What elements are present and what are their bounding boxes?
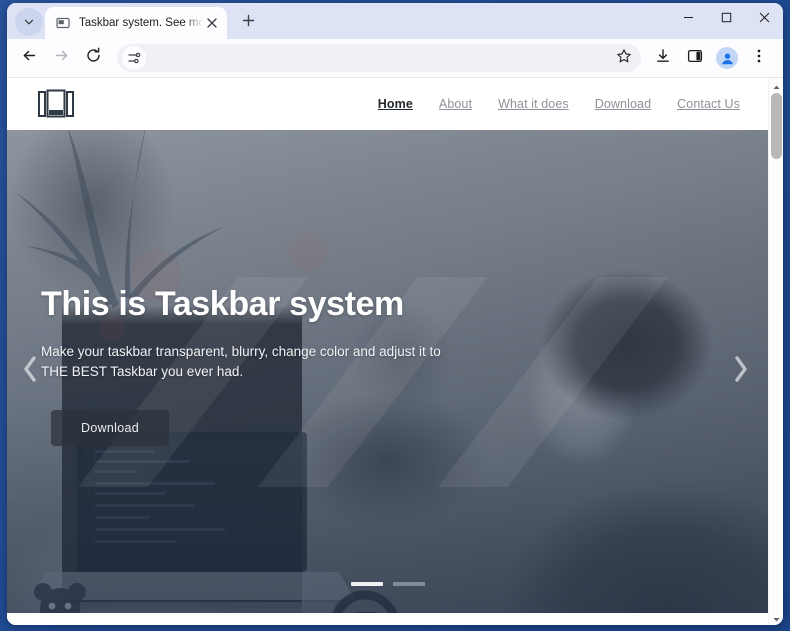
plus-icon — [242, 14, 255, 32]
back-button[interactable] — [14, 43, 44, 73]
download-icon — [655, 48, 671, 69]
tab-close-button[interactable] — [203, 14, 221, 32]
hero-subtitle: Make your taskbar transparent, blurry, c… — [41, 344, 441, 379]
carousel-indicator-2[interactable] — [392, 582, 425, 586]
page-scrollbar[interactable] — [768, 78, 783, 625]
forward-button[interactable] — [46, 43, 76, 73]
new-tab-button[interactable] — [235, 10, 261, 36]
browser-menu-button[interactable] — [744, 43, 774, 73]
scroll-down-button[interactable] — [769, 610, 783, 625]
chevron-left-icon — [20, 354, 40, 389]
address-input[interactable] — [146, 51, 608, 65]
page-content-below-hero — [7, 613, 768, 625]
monitor-logo-icon[interactable] — [33, 87, 79, 121]
profile-button[interactable] — [712, 43, 742, 73]
three-dots-icon — [751, 48, 767, 69]
chevron-right-icon — [731, 354, 751, 389]
tab-title: Taskbar system. See more - do — [79, 17, 203, 29]
tab-search-button[interactable] — [15, 8, 43, 36]
caret-down-icon — [773, 609, 780, 626]
reload-icon — [85, 47, 102, 69]
desktop-background: Taskbar system. See more - do — [0, 0, 790, 631]
maximize-icon — [721, 10, 732, 28]
close-icon — [759, 10, 770, 28]
maximize-button[interactable] — [707, 3, 745, 35]
downloads-button[interactable] — [648, 43, 678, 73]
carousel-prev-button[interactable] — [17, 352, 43, 392]
carousel-indicators — [7, 582, 768, 586]
bookmark-button[interactable] — [609, 43, 639, 73]
web-page: Home About What it does Download Contact… — [7, 78, 768, 625]
nav-link-download[interactable]: Download — [595, 97, 651, 111]
nav-link-what-it-does[interactable]: What it does — [498, 97, 569, 111]
page-viewport: Home About What it does Download Contact… — [7, 77, 783, 625]
nav-link-about[interactable]: About — [439, 97, 472, 111]
scrollbar-thumb[interactable] — [771, 93, 782, 159]
side-panel-icon — [687, 48, 703, 69]
scroll-up-button[interactable] — [769, 78, 783, 93]
address-bar[interactable] — [117, 44, 641, 72]
account-avatar-icon — [716, 47, 738, 69]
tab-strip: Taskbar system. See more - do — [7, 3, 783, 39]
close-window-button[interactable] — [745, 3, 783, 35]
arrow-left-icon — [21, 47, 38, 69]
tune-icon[interactable] — [122, 46, 146, 70]
carousel-next-button[interactable] — [728, 352, 754, 392]
minimize-button[interactable] — [669, 3, 707, 35]
window-favicon-icon — [55, 15, 71, 31]
site-navigation: Home About What it does Download Contact… — [378, 97, 750, 111]
arrow-right-icon — [53, 47, 70, 69]
hero-carousel: This is Taskbar system Make your taskbar… — [7, 130, 768, 613]
hero-title: This is Taskbar system — [41, 285, 404, 323]
carousel-indicator-1[interactable] — [350, 582, 383, 586]
nav-link-home[interactable]: Home — [378, 97, 413, 111]
caret-up-icon — [773, 78, 780, 95]
minimize-icon — [683, 10, 694, 28]
star-icon — [616, 48, 632, 69]
reload-button[interactable] — [78, 43, 108, 73]
side-panel-button[interactable] — [680, 43, 710, 73]
browser-window: Taskbar system. See more - do — [7, 3, 783, 625]
window-controls — [669, 3, 783, 35]
browser-toolbar — [7, 39, 783, 77]
nav-link-contact-us[interactable]: Contact Us — [677, 97, 740, 111]
hero-content: This is Taskbar system Make your taskbar… — [7, 130, 768, 613]
browser-tab[interactable]: Taskbar system. See more - do — [45, 7, 227, 39]
hero-download-button[interactable]: Download — [51, 410, 169, 446]
chevron-down-icon — [23, 16, 35, 28]
site-header: Home About What it does Download Contact… — [7, 78, 768, 130]
